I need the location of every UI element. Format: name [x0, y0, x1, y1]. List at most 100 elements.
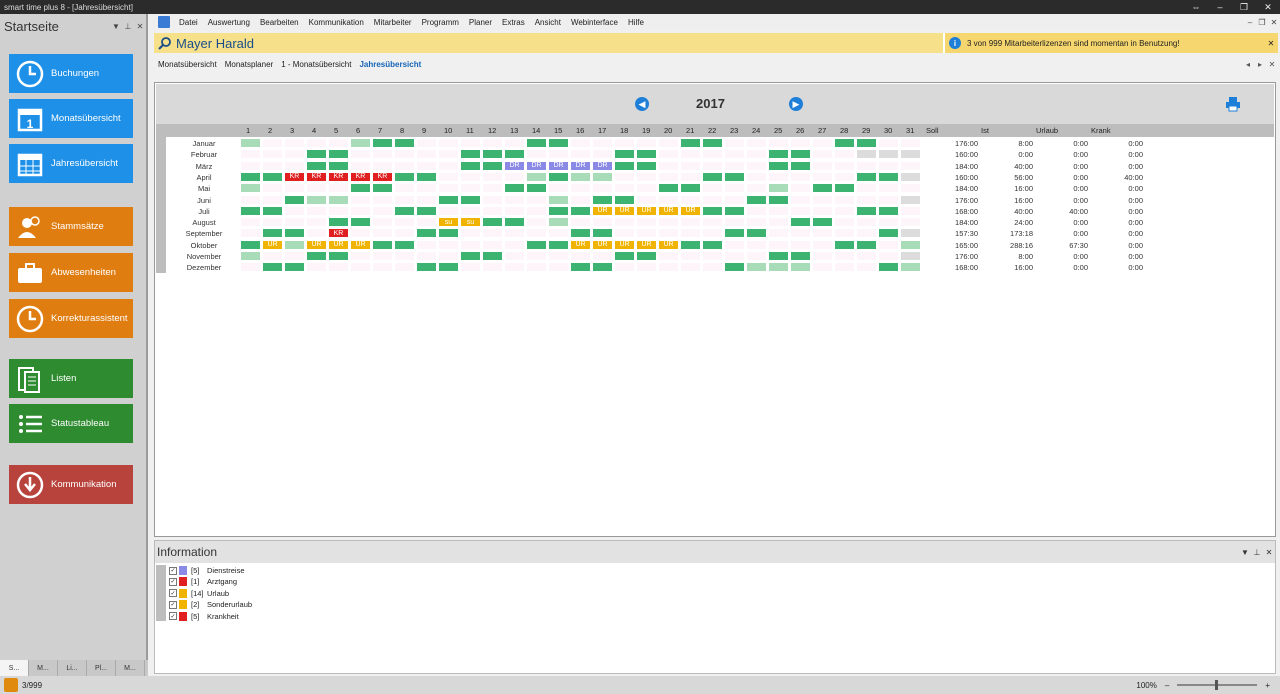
day-cell[interactable]	[416, 138, 437, 148]
day-cell[interactable]	[284, 239, 305, 250]
day-cell[interactable]: KR	[372, 171, 393, 182]
day-cell[interactable]	[416, 251, 437, 261]
day-cell[interactable]	[284, 138, 305, 148]
day-cell[interactable]	[636, 194, 657, 205]
day-cell[interactable]	[350, 160, 371, 171]
day-cell[interactable]	[240, 205, 261, 216]
day-cell[interactable]	[438, 138, 459, 148]
day-cell[interactable]	[724, 262, 745, 273]
restore-size-icon[interactable]: ⇔	[1184, 0, 1208, 14]
day-cell[interactable]	[856, 205, 877, 216]
day-cell[interactable]	[548, 239, 569, 250]
menu-item-programm[interactable]: Programm	[417, 18, 464, 27]
day-cell[interactable]	[592, 228, 613, 239]
day-cell[interactable]	[746, 183, 767, 194]
day-cell[interactable]: UR	[262, 239, 283, 250]
day-cell[interactable]	[592, 138, 613, 148]
day-cell[interactable]	[394, 160, 415, 171]
day-cell[interactable]	[526, 251, 547, 261]
close-icon[interactable]: ✕	[1266, 60, 1278, 69]
day-cell[interactable]	[746, 239, 767, 250]
day-cell[interactable]	[812, 138, 833, 148]
zoom-out-button[interactable]: –	[1165, 681, 1169, 690]
day-cell[interactable]	[592, 149, 613, 160]
day-cell[interactable]	[768, 149, 789, 160]
day-cell[interactable]	[328, 138, 349, 148]
maximize-button[interactable]: ❐	[1232, 0, 1256, 14]
day-cell[interactable]	[856, 183, 877, 194]
day-cell[interactable]	[284, 251, 305, 261]
day-cell[interactable]	[526, 183, 547, 194]
day-cell[interactable]	[834, 183, 855, 194]
day-cell[interactable]	[328, 205, 349, 216]
day-cell[interactable]	[328, 183, 349, 194]
day-cell[interactable]	[416, 194, 437, 205]
day-cell[interactable]	[394, 149, 415, 160]
day-cell[interactable]	[240, 160, 261, 171]
day-cell[interactable]	[504, 205, 525, 216]
day-cell[interactable]	[394, 251, 415, 261]
day-cell[interactable]: UR	[306, 239, 327, 250]
day-cell[interactable]	[768, 205, 789, 216]
day-cell[interactable]	[856, 228, 877, 239]
day-cell[interactable]	[878, 138, 899, 148]
day-cell[interactable]	[482, 171, 503, 182]
day-cell[interactable]	[350, 138, 371, 148]
day-cell[interactable]	[702, 183, 723, 194]
day-cell[interactable]	[306, 138, 327, 148]
day-cell[interactable]: KR	[350, 171, 371, 182]
day-cell[interactable]	[812, 217, 833, 228]
day-cell[interactable]: UR	[570, 239, 591, 250]
day-cell[interactable]	[878, 160, 899, 171]
day-cell[interactable]	[284, 194, 305, 205]
day-cell[interactable]	[504, 138, 525, 148]
day-cell[interactable]	[790, 262, 811, 273]
day-cell[interactable]	[548, 171, 569, 182]
nav-button-kommunikation[interactable]: Kommunikation	[9, 465, 133, 504]
day-cell[interactable]	[262, 183, 283, 194]
printer-icon[interactable]	[1225, 96, 1241, 112]
day-cell[interactable]	[636, 183, 657, 194]
day-cell[interactable]	[680, 171, 701, 182]
day-cell[interactable]: UR	[680, 205, 701, 216]
day-cell[interactable]	[658, 171, 679, 182]
day-cell[interactable]	[900, 138, 921, 148]
day-cell[interactable]	[834, 262, 855, 273]
menu-item-extras[interactable]: Extras	[497, 18, 530, 27]
day-cell[interactable]	[570, 228, 591, 239]
day-cell[interactable]	[306, 205, 327, 216]
chevron-left-icon[interactable]: ◂	[1242, 60, 1254, 69]
day-cell[interactable]	[768, 138, 789, 148]
day-cell[interactable]	[394, 171, 415, 182]
day-cell[interactable]	[724, 149, 745, 160]
day-cell[interactable]	[306, 183, 327, 194]
day-cell[interactable]	[900, 239, 921, 250]
close-icon[interactable]: ✕	[1264, 39, 1278, 48]
day-cell[interactable]	[614, 217, 635, 228]
day-cell[interactable]	[812, 251, 833, 261]
day-cell[interactable]	[680, 239, 701, 250]
day-cell[interactable]	[284, 183, 305, 194]
close-icon[interactable]: ✕	[1263, 548, 1275, 557]
day-cell[interactable]	[240, 251, 261, 261]
day-cell[interactable]	[768, 239, 789, 250]
day-cell[interactable]	[504, 262, 525, 273]
day-cell[interactable]	[482, 228, 503, 239]
sidebar-tab-1[interactable]: M...	[29, 660, 58, 676]
day-cell[interactable]	[438, 205, 459, 216]
day-cell[interactable]	[592, 251, 613, 261]
day-cell[interactable]: UR	[658, 239, 679, 250]
day-cell[interactable]: KR	[284, 171, 305, 182]
day-cell[interactable]	[460, 228, 481, 239]
day-cell[interactable]: KR	[306, 171, 327, 182]
day-cell[interactable]	[702, 160, 723, 171]
legend-item[interactable]: ✓ [5] Krankheit	[169, 611, 239, 622]
day-cell[interactable]	[372, 228, 393, 239]
day-cell[interactable]	[548, 138, 569, 148]
day-cell[interactable]	[746, 228, 767, 239]
day-cell[interactable]	[460, 171, 481, 182]
checkbox[interactable]: ✓	[169, 577, 177, 586]
day-cell[interactable]: UR	[592, 239, 613, 250]
day-cell[interactable]	[658, 183, 679, 194]
nav-button-statustableau[interactable]: Statustableau	[9, 404, 133, 443]
